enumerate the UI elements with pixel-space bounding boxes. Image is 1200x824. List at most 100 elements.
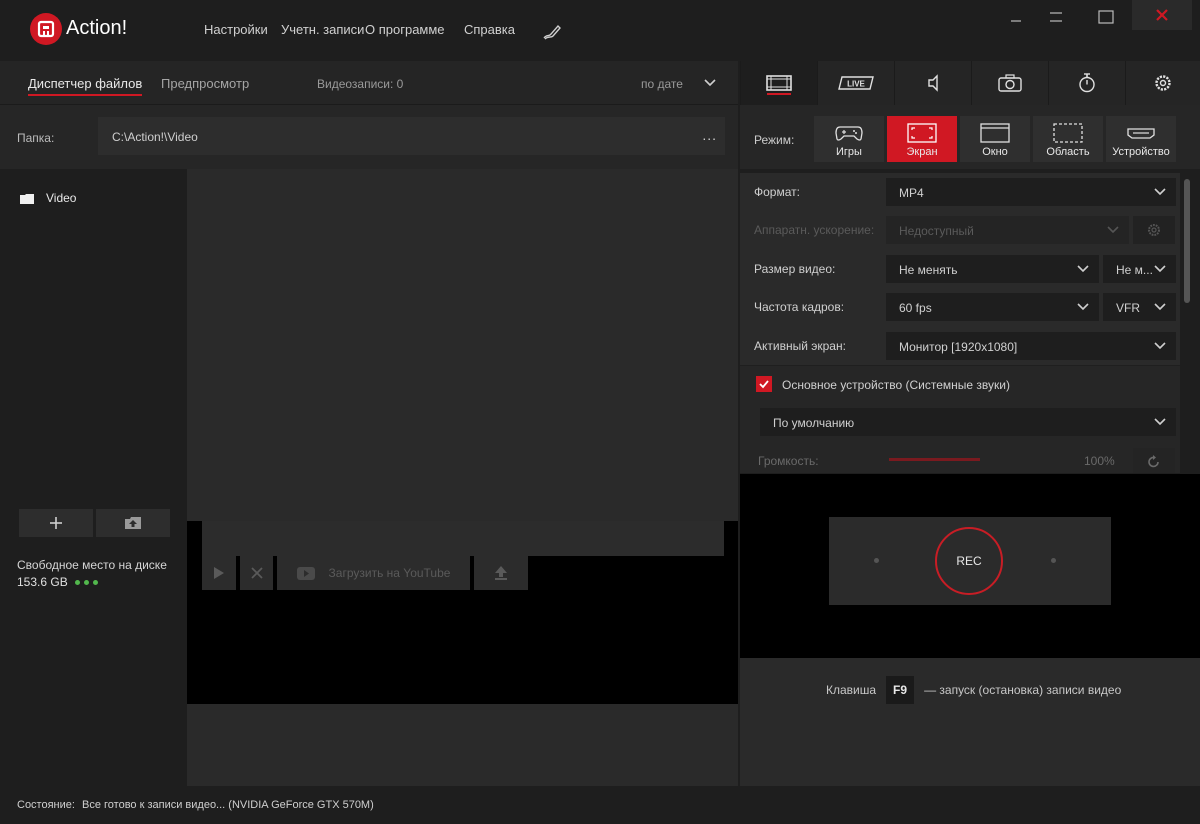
disk-space-value: 153.6 GB — [17, 575, 98, 589]
video-count: Видеозаписи: 0 — [317, 77, 404, 91]
reset-icon — [1148, 455, 1159, 468]
volume-reset-button[interactable] — [1133, 448, 1175, 473]
tab-audio[interactable] — [894, 61, 971, 105]
volume-slider-fill — [889, 458, 980, 461]
setting-format: Формат: MP4 — [740, 173, 1180, 211]
framerate-mode-select[interactable]: VFR — [1103, 293, 1176, 321]
window-icon — [980, 123, 1010, 143]
menu-about[interactable]: О программе — [365, 22, 445, 37]
youtube-icon — [296, 566, 315, 580]
tab-settings[interactable] — [1125, 61, 1200, 105]
volume-label: Громкость: — [758, 454, 819, 468]
tree-item-video[interactable]: Video — [20, 191, 76, 205]
tab-preview[interactable]: Предпросмотр — [161, 76, 249, 91]
status-text: Все готово к записи видео... (NVIDIA GeF… — [82, 799, 374, 811]
active-screen-label: Активный экран: — [754, 339, 846, 353]
video-size-select[interactable]: Не менять — [886, 255, 1099, 283]
setting-audio-device: Основное устройство (Системные звуки) — [740, 365, 1180, 403]
upload-button[interactable] — [474, 556, 528, 590]
format-select[interactable]: MP4 — [886, 178, 1176, 206]
chevron-down-icon — [1154, 342, 1166, 350]
upload-youtube-button[interactable]: Загрузить на YouTube — [277, 556, 470, 590]
play-button[interactable] — [202, 556, 236, 590]
active-screen-select[interactable]: Монитор [1920x1080] — [886, 332, 1176, 360]
mode-screen-button[interactable]: Экран — [887, 116, 957, 162]
close-button[interactable] — [1132, 0, 1192, 30]
hw-accel-value: Недоступный — [899, 224, 974, 238]
browse-folder-button[interactable]: ... — [702, 127, 717, 143]
mode-device-button[interactable]: Устройство — [1106, 116, 1176, 162]
mode-games-label: Игры — [836, 146, 862, 158]
restore-button[interactable] — [1036, 0, 1076, 34]
setting-volume: Громкость: 100% — [740, 441, 1180, 473]
mode-label: Режим: — [754, 133, 795, 147]
folder-row: Папка: C:\Action!\Video ... — [0, 105, 738, 169]
close-icon — [1156, 9, 1168, 21]
tab-timer[interactable] — [1048, 61, 1125, 105]
video-size-secondary-value: Не м... — [1116, 263, 1153, 277]
record-button[interactable]: REC — [935, 527, 1003, 595]
chevron-down-icon — [1154, 418, 1166, 426]
video-size-secondary-select[interactable]: Не м... — [1103, 255, 1176, 283]
tree-item-label: Video — [46, 191, 77, 205]
minimize-button[interactable] — [996, 0, 1036, 34]
play-icon — [214, 567, 224, 579]
framerate-value: 60 fps — [899, 301, 932, 315]
menu-help[interactable]: Справка — [464, 22, 515, 37]
hotkey-info: Клавиша F9 — запуск (остановка) записи в… — [740, 658, 1200, 786]
upload-icon — [495, 566, 507, 580]
framerate-label: Частота кадров: — [754, 300, 845, 314]
mode-screen-label: Экран — [906, 146, 938, 158]
sort-select[interactable]: по дате — [641, 77, 683, 91]
record-area: REC — [740, 474, 1200, 658]
folder-icon — [20, 193, 34, 204]
stopwatch-icon — [1079, 73, 1095, 93]
menu-settings[interactable]: Настройки — [204, 22, 268, 37]
tab-video[interactable] — [740, 61, 817, 105]
chevron-down-icon[interactable] — [704, 79, 716, 87]
pen-icon[interactable] — [541, 20, 563, 42]
audio-device-select[interactable]: По умолчанию — [760, 408, 1176, 436]
mode-area-button[interactable]: Область — [1033, 116, 1103, 162]
menu-accounts[interactable]: Учетн. записи — [281, 22, 364, 37]
plus-icon — [50, 517, 62, 529]
mode-window-button[interactable]: Окно — [960, 116, 1030, 162]
record-indicator-dot — [874, 558, 879, 563]
folder-path-field[interactable]: C:\Action!\Video ... — [98, 117, 725, 155]
framerate-select[interactable]: 60 fps — [886, 293, 1099, 321]
video-size-label: Размер видео: — [754, 262, 836, 276]
folder-label: Папка: — [17, 131, 55, 145]
mode-row: Режим: Игры Экран Окно Область Устройств… — [740, 105, 1200, 169]
settings-scrollbar[interactable] — [1184, 179, 1190, 303]
tab-file-manager[interactable]: Диспетчер файлов — [28, 76, 143, 96]
film-icon — [766, 75, 792, 91]
live-icon: LIVE — [838, 76, 874, 90]
chevron-down-icon — [1107, 226, 1119, 234]
add-folder-button[interactable] — [19, 509, 93, 537]
camera-icon — [998, 74, 1022, 92]
audio-device-checkbox[interactable] — [756, 376, 772, 392]
folder-sidebar: Video Свободное место на диске 153.6 GB — [0, 169, 187, 786]
mode-area-label: Область — [1046, 146, 1090, 158]
screen-expand-icon — [907, 123, 937, 143]
volume-slider[interactable] — [889, 458, 980, 461]
mode-games-button[interactable]: Игры — [814, 116, 884, 162]
hw-accel-label: Аппаратн. ускорение: — [754, 223, 875, 237]
title-bar: Action! Настройки Учетн. записи О програ… — [0, 0, 1200, 61]
audio-device-value: По умолчанию — [773, 416, 855, 430]
tab-screenshot[interactable] — [971, 61, 1048, 105]
checkmark-icon — [759, 380, 769, 389]
hw-accel-select: Недоступный — [886, 216, 1129, 244]
folder-upload-icon — [125, 517, 141, 529]
speaker-icon — [928, 74, 938, 92]
file-manager-pane: Диспетчер файлов Предпросмотр Видеозапис… — [0, 61, 738, 786]
maximize-button[interactable] — [1086, 0, 1126, 34]
upload-youtube-label: Загрузить на YouTube — [328, 566, 451, 580]
tab-live[interactable]: LIVE — [817, 61, 894, 105]
gear-icon — [1148, 224, 1160, 236]
setting-hw-accel: Аппаратн. ускорение: Недоступный — [740, 211, 1180, 249]
status-bar: Состояние: Все готово к записи видео... … — [0, 786, 1200, 824]
open-folder-button[interactable] — [96, 509, 170, 537]
chevron-down-icon — [1154, 265, 1166, 273]
delete-button[interactable] — [240, 556, 273, 590]
